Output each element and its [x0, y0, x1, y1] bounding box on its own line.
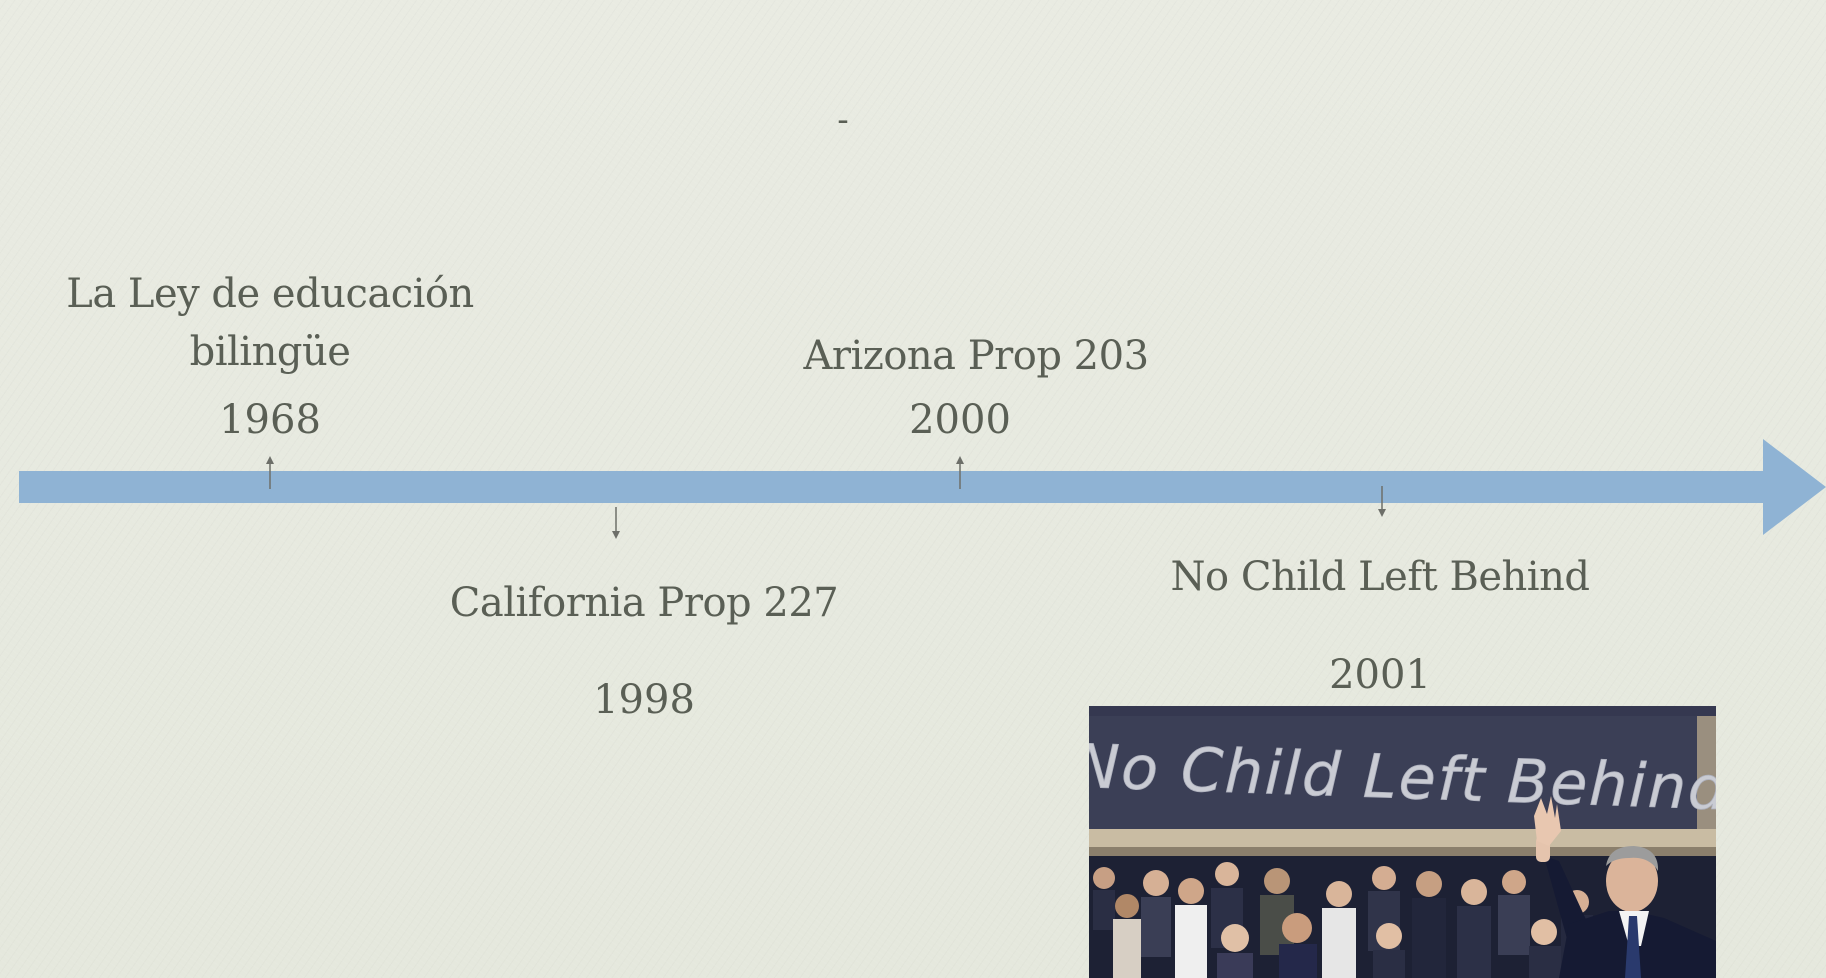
connector-1998 [612, 507, 620, 539]
event-year-1998: 1998 [593, 677, 695, 723]
event-title-1998: California Prop 227 [449, 580, 839, 626]
no-child-left-behind-photo: No Child Left Behind [1089, 706, 1716, 978]
event-year-2001: 2001 [1329, 652, 1431, 698]
event-title-2001: No Child Left Behind [1170, 554, 1590, 600]
event-title-1968: La Ley de educación bilingüe [66, 271, 474, 375]
event-title-2000: Arizona Prop 203 [803, 333, 1149, 379]
event-year-2000: 2000 [909, 397, 1011, 443]
timeline-arrow [19, 439, 1826, 535]
event-year-1968: 1968 [219, 397, 321, 443]
